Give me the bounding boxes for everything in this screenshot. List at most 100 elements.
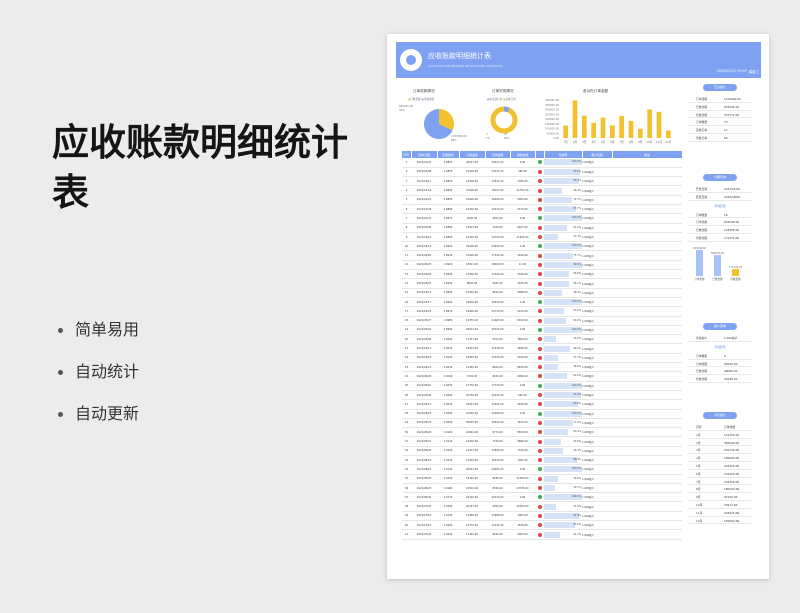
note-cell[interactable] xyxy=(612,474,682,484)
pending-status-icon xyxy=(537,253,542,258)
note-cell[interactable] xyxy=(612,520,682,531)
status-cell xyxy=(535,455,544,466)
table-cell: 24200.00 xyxy=(459,241,485,252)
y-tick-label: 150000.00 xyxy=(545,122,559,126)
note-cell[interactable] xyxy=(612,195,682,206)
note-cell[interactable] xyxy=(612,409,682,419)
feature-item: 自动更新 xyxy=(58,400,139,424)
note-cell[interactable] xyxy=(612,213,682,224)
table-cell: 2021/02/20 xyxy=(411,250,437,261)
table-cell: 1.9160 xyxy=(437,483,459,494)
table-row: 19 2021/04/01 1.8990 25014.00 25014.00 0.00 10… xyxy=(402,325,682,336)
note-cell[interactable] xyxy=(612,492,682,503)
column-header: 已收金额 xyxy=(485,151,511,158)
note-cell[interactable] xyxy=(612,511,682,522)
progress-label: 77.4% xyxy=(573,420,581,424)
table-cell: 2021/05/31 xyxy=(411,436,437,447)
table-cell: 18 xyxy=(402,316,411,326)
progress-cell: 31.9% xyxy=(544,501,582,512)
monthly-stats-panel: 月份统计 月份 订单金额 1月 131150.00 2月 365000.00 3月 23513… xyxy=(688,412,752,525)
note-cell[interactable] xyxy=(612,204,682,215)
pie-label: 1707800.00 xyxy=(451,135,467,138)
stat-label: 待收金额 xyxy=(696,377,708,382)
note-cell[interactable] xyxy=(612,241,682,252)
note-cell[interactable] xyxy=(612,418,682,429)
table-cell: 39 xyxy=(402,511,411,522)
note-cell[interactable] xyxy=(612,455,682,466)
progress-cell: 43.9% xyxy=(544,436,582,447)
note-cell[interactable] xyxy=(612,297,682,308)
table-cell: 2021/02/25 xyxy=(411,260,437,271)
note-cell[interactable] xyxy=(612,446,682,457)
note-cell[interactable] xyxy=(612,269,682,280)
status-cell xyxy=(535,353,544,364)
note-cell[interactable] xyxy=(612,306,682,317)
note-cell[interactable] xyxy=(612,260,682,271)
note-cell[interactable] xyxy=(612,232,682,243)
bar xyxy=(647,109,652,138)
column-header: 序号 xyxy=(402,151,412,158)
stat-label: 7月 xyxy=(696,479,701,484)
note-cell[interactable] xyxy=(612,316,682,326)
note-cell[interactable] xyxy=(612,362,682,373)
note-cell[interactable] xyxy=(612,353,682,364)
stat-value: 132100.00 xyxy=(724,471,740,476)
note-cell[interactable] xyxy=(612,529,682,540)
stat-value: 48066.00 xyxy=(724,369,738,374)
x-tick-label: 9月 xyxy=(638,140,643,144)
note-cell[interactable] xyxy=(612,278,682,289)
table-cell: 2021/01/11 xyxy=(411,176,437,187)
customer-cell: 1.000客户 xyxy=(582,474,612,484)
note-cell[interactable] xyxy=(612,223,682,233)
note-cell[interactable] xyxy=(612,427,682,438)
note-cell[interactable] xyxy=(612,464,682,475)
note-cell[interactable] xyxy=(612,501,682,512)
note-cell[interactable] xyxy=(612,176,682,187)
stat-value: 232350.00 xyxy=(724,479,740,484)
table-cell: 4400.00 xyxy=(459,213,485,224)
check-status-icon xyxy=(537,383,542,388)
note-cell[interactable] xyxy=(612,390,682,401)
pie-label: 805205.00 xyxy=(399,105,414,108)
note-cell[interactable] xyxy=(612,158,682,168)
table-cell: 1.9010 xyxy=(437,343,459,354)
note-cell[interactable] xyxy=(612,381,682,391)
progress-cell: 36.0% xyxy=(544,474,582,484)
progress-bar: 41.7% xyxy=(544,531,582,538)
progress-cell: 74.7% xyxy=(544,195,582,206)
note-cell[interactable] xyxy=(612,288,682,298)
note-cell[interactable] xyxy=(612,399,682,410)
table-cell: 4996.00 xyxy=(510,343,535,354)
note-cell[interactable] xyxy=(612,436,682,447)
table-cell: 22 xyxy=(402,353,411,364)
note-cell[interactable] xyxy=(612,343,682,354)
stat-value: 5 xyxy=(724,353,726,358)
note-cell[interactable] xyxy=(612,371,682,382)
table-cell: 0.00 xyxy=(510,325,535,336)
note-cell[interactable] xyxy=(612,334,682,345)
note-cell[interactable] xyxy=(612,185,682,196)
table-row: 5 2021/01/21 1.8850 22000.00 16005.00 5905.00… xyxy=(402,195,682,206)
progress-bar: 37.3% xyxy=(544,354,582,361)
table-cell: 22000.00 xyxy=(459,250,485,261)
pending-status-icon xyxy=(537,262,542,267)
table-cell: 20124.00 xyxy=(485,390,510,401)
table-cell: 11.00 xyxy=(510,260,535,271)
customer-cell: 1.000客户 xyxy=(582,269,612,280)
progress-cell: 41.7% xyxy=(544,529,582,540)
note-cell[interactable] xyxy=(612,250,682,261)
table-cell: 4441.00 xyxy=(485,371,510,382)
stat-label: 订单数量 xyxy=(696,120,708,125)
table-cell: 9968.00 xyxy=(510,288,535,298)
note-cell[interactable] xyxy=(612,167,682,178)
table-cell: 1.9190 xyxy=(437,511,459,522)
note-cell[interactable] xyxy=(612,483,682,494)
progress-bar: 49.3% xyxy=(544,447,582,454)
progress-label: 93.1% xyxy=(573,179,581,183)
donut-label: 3 xyxy=(486,133,488,136)
note-cell[interactable] xyxy=(612,325,682,336)
table-cell: 8600.00 xyxy=(459,278,485,289)
progress-cell: 37.3% xyxy=(544,353,582,364)
table-cell: 12370.00 xyxy=(459,316,485,326)
table-cell: 11914.00 xyxy=(510,232,535,243)
